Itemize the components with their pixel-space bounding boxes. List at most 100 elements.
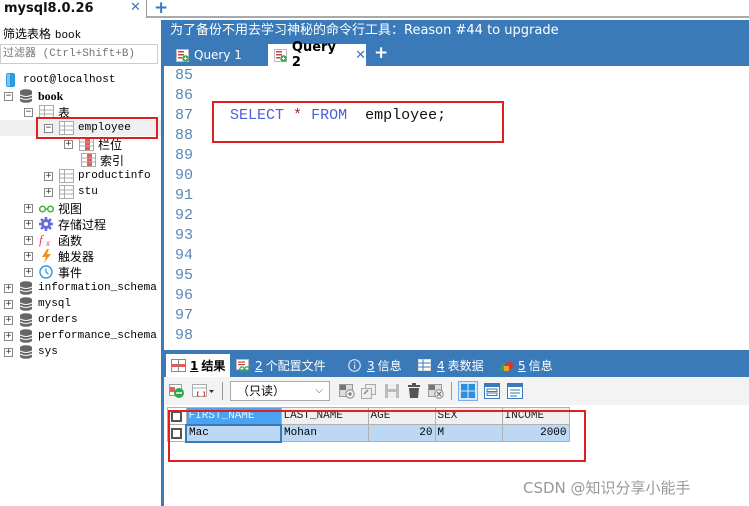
column-header[interactable]: LAST_NAME: [280, 407, 369, 425]
expand-icon[interactable]: +: [4, 283, 13, 293]
cancel-changes-icon[interactable]: [428, 383, 444, 399]
tree-item-productinfo[interactable]: + productinfo: [44, 168, 151, 184]
grid-view-icon[interactable]: [458, 381, 478, 401]
select-all-checkbox[interactable]: [171, 410, 182, 422]
tree-item-employee[interactable]: − employee: [0, 120, 161, 136]
copy-rows-dropdown-icon[interactable]: [192, 383, 218, 399]
tree-item[interactable]: + 栏位: [64, 136, 122, 152]
table-cell[interactable]: 2000: [501, 424, 570, 442]
column-header[interactable]: AGE: [367, 407, 436, 425]
table-cell[interactable]: M: [434, 424, 503, 442]
tree-item[interactable]: + 存储过程: [24, 216, 106, 232]
insert-row-icon[interactable]: [339, 383, 355, 399]
line-number: 97: [175, 307, 194, 324]
tree-item-orders[interactable]: + orders: [4, 312, 78, 328]
server-icon: [4, 73, 19, 87]
collapse-icon[interactable]: −: [4, 91, 13, 101]
sql-table-identifier: employee;: [365, 107, 447, 124]
tree-item[interactable]: − 表: [24, 104, 70, 120]
tree-item[interactable]: + f x 函数: [24, 232, 82, 248]
expand-icon[interactable]: +: [24, 267, 33, 277]
tree-item-label: orders: [38, 314, 78, 326]
connection-tab[interactable]: mysql8.0.26 ✕: [0, 0, 147, 18]
tab-label: 表数据: [447, 359, 484, 373]
tab-profiles[interactable]: 2 个配置文件: [236, 354, 326, 377]
line-number: 91: [175, 187, 194, 204]
index-icon: [81, 153, 96, 167]
svg-text:f: f: [39, 233, 45, 247]
plus-icon[interactable]: +: [154, 0, 168, 18]
collapse-icon[interactable]: −: [24, 107, 33, 117]
tree-item[interactable]: + 事件: [24, 264, 82, 280]
expand-icon[interactable]: +: [24, 251, 33, 261]
expand-icon[interactable]: +: [4, 347, 13, 357]
tab-query-2[interactable]: Query 2 ✕: [268, 40, 366, 70]
result-grid[interactable]: FIRST_NAME LAST_NAME AGE SEX INCOME Mac …: [167, 407, 570, 443]
tree-item-mysql[interactable]: + mysql: [4, 296, 71, 312]
expand-icon[interactable]: +: [24, 219, 33, 229]
line-number: 95: [175, 267, 194, 284]
sql-editor[interactable]: 85 86 87 88 89 90 91 92 93 94 95 96 97 98 SELECT * FR…: [164, 66, 749, 348]
database-icon: [19, 281, 34, 295]
row-checkbox[interactable]: [171, 427, 182, 439]
row-checkbox-cell[interactable]: [167, 424, 187, 442]
table-icon: [59, 185, 74, 199]
line-number: 94: [175, 247, 194, 264]
tree-item-label: 触发器: [58, 249, 95, 264]
tree-item-label: 存储过程: [58, 217, 107, 232]
duplicate-row-icon[interactable]: [361, 383, 377, 399]
text-view-icon[interactable]: [507, 383, 523, 399]
chevron-down-icon: ⌵: [315, 385, 323, 396]
upgrade-banner[interactable]: 为了备份不用去学习神秘的命令行工具：Reason #44 to upgrade: [164, 20, 749, 42]
tree-item-performance_schema[interactable]: + performance_schema: [4, 328, 157, 344]
close-icon[interactable]: ✕: [355, 48, 366, 63]
result-tab-bar: 1 结果 2 个配置文件 3 信息 4 表数据 5 信息: [164, 350, 749, 377]
expand-icon[interactable]: +: [64, 139, 73, 149]
tree-item[interactable]: + 触发器: [24, 248, 94, 264]
tab-results[interactable]: 1 结果: [166, 354, 231, 377]
expand-icon[interactable]: +: [24, 203, 33, 213]
tree-item-rootlocalhost[interactable]: root@localhost: [4, 72, 115, 88]
result-grid-icon: [171, 359, 186, 372]
tab-label: 信息: [377, 359, 402, 373]
tree-item-information_schema[interactable]: + information_schema: [4, 280, 157, 296]
tab-number: 5: [518, 358, 526, 373]
tree-item-sys[interactable]: + sys: [4, 344, 58, 360]
expand-icon[interactable]: +: [4, 331, 13, 341]
query-file-icon: [176, 48, 189, 62]
edit-mode-select[interactable]: （只读） ⌵: [230, 381, 330, 401]
table-cell[interactable]: Mac: [185, 423, 282, 443]
expand-icon[interactable]: +: [4, 299, 13, 309]
collapse-icon[interactable]: −: [44, 123, 53, 133]
tab-info-2[interactable]: 5 信息: [499, 354, 553, 377]
database-icon: [19, 297, 34, 311]
select-all-checkbox-cell[interactable]: [167, 407, 187, 425]
delete-trash-icon[interactable]: [406, 383, 422, 399]
table-cell[interactable]: 20: [367, 424, 436, 442]
tab-query-1[interactable]: Query 1: [170, 44, 262, 66]
column-header[interactable]: INCOME: [501, 407, 570, 425]
add-row-icon[interactable]: [169, 383, 185, 399]
column-header[interactable]: SEX: [434, 407, 503, 425]
expand-icon[interactable]: +: [44, 171, 53, 181]
expand-icon[interactable]: +: [4, 315, 13, 325]
tab-info[interactable]: 3 信息: [348, 354, 402, 377]
tab-table-data[interactable]: 4 表数据: [418, 354, 484, 377]
sql-code-line[interactable]: SELECT * FROM employee;: [230, 107, 446, 124]
filter-input[interactable]: [0, 44, 158, 64]
tree-item-book[interactable]: − book: [4, 88, 63, 104]
column-header[interactable]: FIRST_NAME: [185, 407, 282, 425]
save-icon[interactable]: [384, 383, 400, 399]
new-query-plus-icon[interactable]: +: [374, 43, 388, 63]
close-icon[interactable]: ✕: [130, 0, 141, 15]
tree-item[interactable]: 索引: [64, 152, 124, 168]
tree-item[interactable]: + 视图: [24, 200, 82, 216]
table-data-icon: [418, 359, 433, 372]
table-row[interactable]: Mac Mohan 20 M 2000: [167, 423, 570, 443]
expand-icon[interactable]: +: [44, 187, 53, 197]
tree-item-label: 函数: [58, 233, 83, 248]
tree-item-stu[interactable]: + stu: [44, 184, 98, 200]
table-cell[interactable]: Mohan: [280, 424, 369, 442]
expand-icon[interactable]: +: [24, 235, 33, 245]
form-view-icon[interactable]: [484, 383, 500, 399]
